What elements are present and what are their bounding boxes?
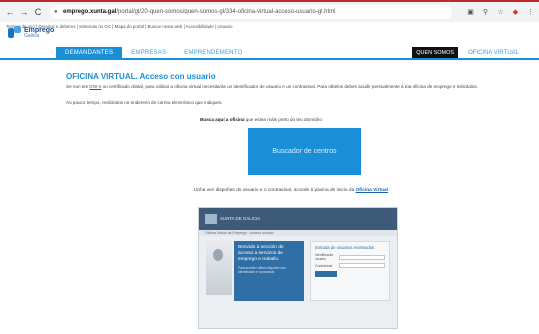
extension-icon[interactable]: ◆	[511, 8, 520, 17]
forward-icon[interactable]: →	[18, 6, 30, 18]
preview-user-field	[339, 254, 385, 260]
main-content: OFICINA VIRTUAL. Acceso con usuario Se n…	[66, 72, 536, 193]
address-bar[interactable]: ● emprego.xunta.gal /portal/gl/20-quen-s…	[50, 5, 452, 19]
intro-text-start: Se non tes	[66, 84, 90, 89]
access-instructions: Unha vez dispoñas do usuario e o contras…	[46, 188, 536, 193]
preview-card-title: Benvido á sección de acceso a servizos d…	[238, 245, 284, 262]
oficina-virtual-home-link[interactable]: Oficina Virtual	[356, 188, 388, 193]
header-divider	[0, 58, 539, 60]
reload-icon[interactable]: C	[32, 6, 44, 18]
preview-card-sub: Para acceder debes dispoñer dun identifi…	[238, 266, 286, 275]
menu-icon[interactable]: ⋮	[526, 8, 535, 17]
logo-line2: Galicia	[24, 33, 40, 39]
find-office-rest: que estea máis preto do teu domicilio	[244, 117, 322, 122]
url-path: /portal/gl/20-quen-somos/quen-somos-gl/3…	[116, 9, 336, 15]
preview-pass-label: Contrasinal	[315, 263, 333, 268]
preview-brand: XUNTA DE GALICIA	[220, 215, 261, 221]
translate-icon[interactable]: ▣	[466, 8, 475, 17]
logo-mark-icon	[8, 26, 22, 40]
access-text: Unha vez dispoñas do usuario e o contras…	[193, 188, 356, 193]
bookmark-star-icon[interactable]: ☆	[496, 8, 505, 17]
preview-photo	[206, 241, 232, 295]
centre-search-button[interactable]: Buscador de centros	[248, 128, 361, 175]
intro-paragraph: Se non tes DNI-e ou certificado dixital,…	[66, 83, 536, 91]
preview-pass-field	[339, 263, 385, 268]
xunta-logo-icon	[205, 214, 217, 224]
find-office-bold: Busca aquí a oficina	[200, 117, 245, 122]
page-title: OFICINA VIRTUAL. Acceso con usuario	[66, 72, 216, 81]
preview-header: XUNTA DE GALICIA	[199, 208, 397, 230]
dni-e-link[interactable]: DNI-e	[89, 84, 101, 89]
web-page: Termos de uso | Dereitos e deberes | Sis…	[0, 22, 539, 334]
lock-icon: ●	[54, 9, 58, 15]
preview-user-label: Identificador usuario	[315, 253, 334, 261]
preview-welcome-card: Benvido á sección de acceso a servizos d…	[234, 241, 304, 301]
preview-form-title: Entrada de usuarios rexistrados	[315, 245, 375, 250]
top-utility-links[interactable]: Termos de uso | Dereitos e deberes | Sis…	[0, 22, 539, 31]
preview-submit-button	[315, 271, 337, 277]
browser-toolbar: ← → C ● emprego.xunta.gal /portal/gl/20-…	[0, 0, 539, 22]
preview-login-form: Entrada de usuarios rexistrados Identifi…	[310, 241, 390, 301]
find-office-text: Busca aquí a oficina que estea máis pret…	[0, 117, 536, 122]
emprego-galicia-logo[interactable]: Emprego Galicia	[8, 26, 54, 40]
url-host: emprego.xunta.gal	[63, 9, 117, 15]
back-icon[interactable]: ←	[4, 6, 16, 18]
login-screen-preview: XUNTA DE GALICIA Oficina Virtual de Empr…	[198, 207, 398, 329]
zoom-icon[interactable]: ⚲	[481, 8, 490, 17]
intro-text-end: ou certificado dixital, para utilizar a …	[101, 84, 478, 89]
email-note: Ao pouco tempo, recibiralos no enderezo …	[66, 100, 223, 105]
